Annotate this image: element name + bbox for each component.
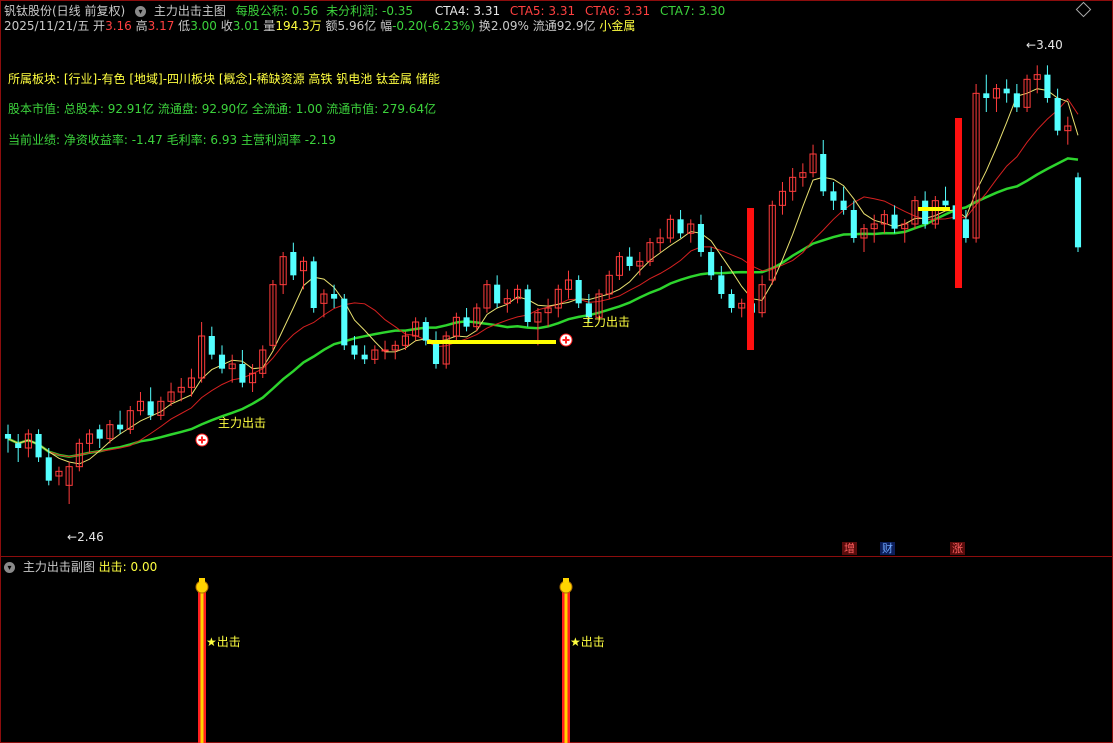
money-bag-icon-top — [563, 578, 569, 582]
signal-text-1: ★出击 — [206, 635, 241, 649]
money-bag-icon — [195, 580, 209, 594]
signal-bar-inner — [564, 592, 568, 743]
signal-text-2: ★出击 — [570, 635, 605, 649]
money-bag-icon-top — [199, 578, 205, 582]
signal-bar-inner — [200, 592, 204, 743]
signal-bars-chart — [195, 578, 573, 743]
money-bag-icon — [559, 580, 573, 594]
